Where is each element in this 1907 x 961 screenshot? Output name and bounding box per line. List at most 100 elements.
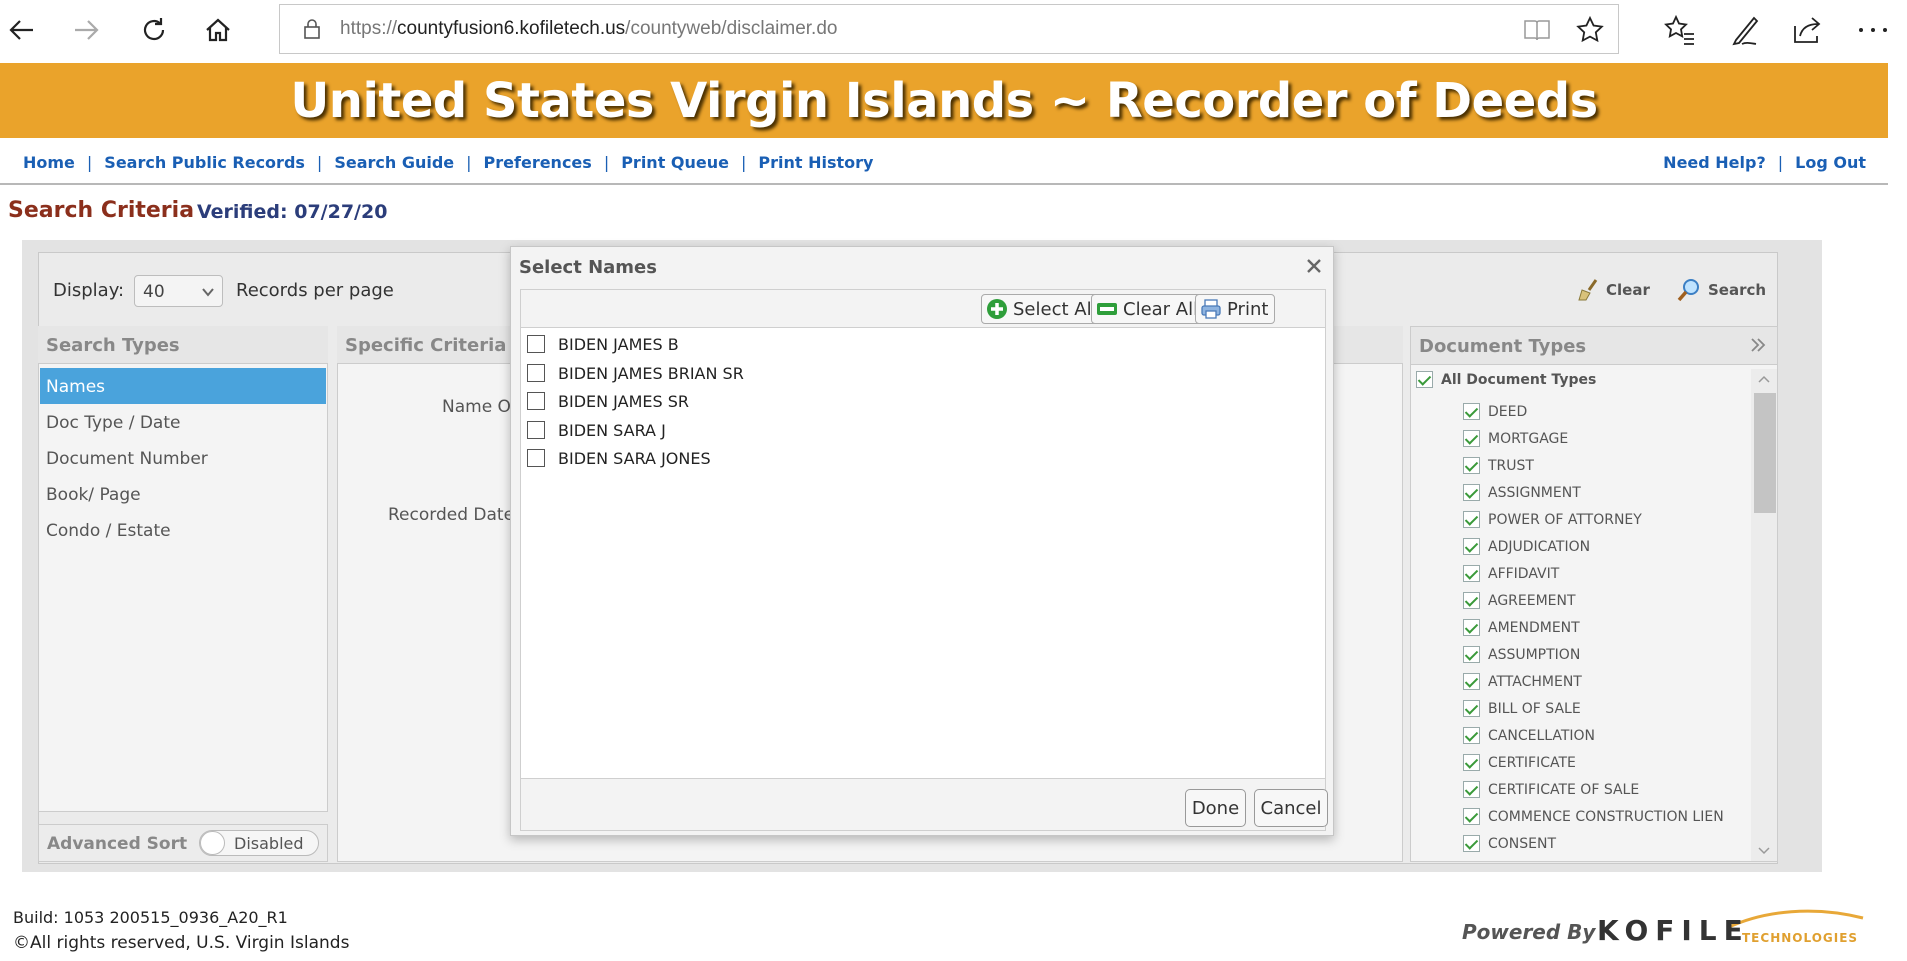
- checkbox-checked-icon: [1463, 484, 1480, 501]
- name-label: Name O: [442, 397, 511, 417]
- scrollbar-thumb[interactable]: [1754, 393, 1776, 513]
- refresh-icon: [143, 18, 165, 41]
- doc-type-item[interactable]: ASSIGNMENT: [1463, 479, 1724, 506]
- nav-home[interactable]: Home: [23, 153, 75, 172]
- checkbox-checked-icon: [1463, 835, 1480, 852]
- scroll-up-icon[interactable]: [1757, 373, 1771, 387]
- checkbox-icon[interactable]: [527, 364, 545, 382]
- doc-type-item[interactable]: ASSUMPTION: [1463, 641, 1724, 668]
- forward-button[interactable]: [64, 8, 108, 52]
- checkbox-icon[interactable]: [527, 335, 545, 353]
- name-option[interactable]: BIDEN JAMES BRIAN SR: [527, 361, 744, 385]
- address-bar[interactable]: https://countyfusion6.kofiletech.us/coun…: [279, 4, 1619, 54]
- doc-type-item[interactable]: TRUST: [1463, 452, 1724, 479]
- doc-type-item[interactable]: AGREEMENT: [1463, 587, 1724, 614]
- search-type-doc-type-date[interactable]: Doc Type / Date: [40, 404, 326, 440]
- doc-type-item[interactable]: DEED: [1463, 398, 1724, 425]
- verified-date: Verified: 07/27/20: [197, 201, 388, 223]
- checkbox-icon[interactable]: [527, 449, 545, 467]
- name-option[interactable]: BIDEN JAMES SR: [527, 389, 689, 413]
- site-banner: United States Virgin Islands ~ Recorder …: [0, 63, 1888, 138]
- pen-notes-icon[interactable]: [1728, 12, 1764, 48]
- powered-by-label: Powered By: [1462, 920, 1596, 944]
- doc-type-item[interactable]: BILL OF SALE: [1463, 695, 1724, 722]
- doc-type-label: TRUST: [1488, 457, 1534, 474]
- doc-type-item[interactable]: CONSENT: [1463, 830, 1724, 857]
- doc-type-label: COMMENCE CONSTRUCTION LIEN: [1488, 808, 1724, 825]
- records-per-page-select[interactable]: 40: [134, 275, 223, 307]
- select-names-dialog: Select Names Select All Clear All Print …: [510, 246, 1334, 836]
- select-all-button[interactable]: Select All: [981, 294, 1104, 324]
- clear-all-button[interactable]: Clear All: [1091, 294, 1206, 324]
- name-option[interactable]: BIDEN JAMES B: [527, 332, 679, 356]
- doc-type-item[interactable]: MORTGAGE: [1463, 425, 1724, 452]
- kofile-logo: KOFILE: [1597, 914, 1750, 947]
- doc-type-item[interactable]: ADJUDICATION: [1463, 533, 1724, 560]
- checkbox-checked-icon: [1463, 619, 1480, 636]
- refresh-button[interactable]: [132, 8, 176, 52]
- print-label: Print: [1227, 298, 1269, 320]
- nav-search-public-records[interactable]: Search Public Records: [104, 153, 305, 172]
- clear-button[interactable]: Clear: [1576, 278, 1650, 302]
- double-chevron-right-icon[interactable]: [1749, 336, 1767, 354]
- done-button[interactable]: Done: [1185, 789, 1246, 827]
- nav-print-queue[interactable]: Print Queue: [621, 153, 729, 172]
- checkbox-checked-icon: [1463, 781, 1480, 798]
- doc-type-item[interactable]: CERTIFICATE: [1463, 749, 1724, 776]
- doc-type-item[interactable]: POWER OF ATTORNEY: [1463, 506, 1724, 533]
- back-button[interactable]: [0, 8, 44, 52]
- scroll-down-icon[interactable]: [1757, 843, 1771, 857]
- doc-type-label: ADJUDICATION: [1488, 538, 1591, 555]
- nav-search-guide[interactable]: Search Guide: [334, 153, 454, 172]
- doc-type-label: CERTIFICATE: [1488, 754, 1576, 771]
- advanced-sort: Advanced Sort Disabled: [38, 824, 328, 862]
- doc-type-label: ATTACHMENT: [1488, 673, 1582, 690]
- checkbox-checked-icon: [1463, 754, 1480, 771]
- all-document-types-checkbox[interactable]: All Document Types: [1416, 371, 1596, 388]
- name-label: BIDEN SARA JONES: [558, 448, 711, 468]
- home-button[interactable]: [196, 8, 240, 52]
- records-per-page-label: Records per page: [236, 280, 394, 301]
- doc-type-item[interactable]: CERTIFICATE OF SALE: [1463, 776, 1724, 803]
- checkbox-icon[interactable]: [527, 421, 545, 439]
- doc-type-item[interactable]: AMENDMENT: [1463, 614, 1724, 641]
- search-types-header: Search Types: [38, 326, 328, 364]
- advanced-sort-label: Advanced Sort: [47, 834, 188, 854]
- nav-print-history[interactable]: Print History: [758, 153, 873, 172]
- nav-log-out[interactable]: Log Out: [1795, 153, 1866, 172]
- name-option[interactable]: BIDEN SARA JONES: [527, 446, 711, 470]
- search-button[interactable]: Search: [1676, 277, 1766, 303]
- doc-type-item[interactable]: ATTACHMENT: [1463, 668, 1724, 695]
- name-option[interactable]: BIDEN SARA J: [527, 418, 666, 442]
- nav-preferences[interactable]: Preferences: [484, 153, 592, 172]
- search-type-book-page[interactable]: Book/ Page: [40, 476, 326, 512]
- favorites-hub-icon[interactable]: [1662, 12, 1698, 48]
- doc-type-item[interactable]: CANCELLATION: [1463, 722, 1724, 749]
- document-types-scrollbar[interactable]: [1751, 369, 1777, 861]
- reading-view-icon[interactable]: [1522, 15, 1552, 45]
- home-icon: [206, 18, 230, 42]
- lock-icon: [304, 19, 320, 39]
- doc-type-label: POWER OF ATTORNEY: [1488, 511, 1642, 528]
- print-button[interactable]: Print: [1195, 294, 1276, 324]
- cancel-button[interactable]: Cancel: [1254, 789, 1328, 827]
- checkbox-checked-icon: [1463, 646, 1480, 663]
- doc-type-label: AMENDMENT: [1488, 619, 1580, 636]
- records-per-page-value: 40: [143, 282, 165, 302]
- nav-need-help[interactable]: Need Help?: [1663, 153, 1766, 172]
- search-types-list: Names Doc Type / Date Document Number Bo…: [40, 368, 326, 548]
- name-label: BIDEN SARA J: [558, 420, 666, 440]
- favorite-star-icon[interactable]: [1575, 15, 1605, 45]
- search-type-document-number[interactable]: Document Number: [40, 440, 326, 476]
- checkbox-checked-icon: [1463, 457, 1480, 474]
- share-icon[interactable]: [1790, 12, 1826, 48]
- advanced-sort-toggle[interactable]: Disabled: [199, 830, 319, 856]
- search-type-condo-estate[interactable]: Condo / Estate: [40, 512, 326, 548]
- more-options-icon[interactable]: [1855, 12, 1891, 48]
- close-icon[interactable]: [1305, 257, 1323, 275]
- doc-type-item[interactable]: AFFIDAVIT: [1463, 560, 1724, 587]
- search-type-names[interactable]: Names: [40, 368, 326, 404]
- broom-icon: [1578, 279, 1598, 301]
- checkbox-icon[interactable]: [527, 392, 545, 410]
- doc-type-item[interactable]: COMMENCE CONSTRUCTION LIEN: [1463, 803, 1724, 830]
